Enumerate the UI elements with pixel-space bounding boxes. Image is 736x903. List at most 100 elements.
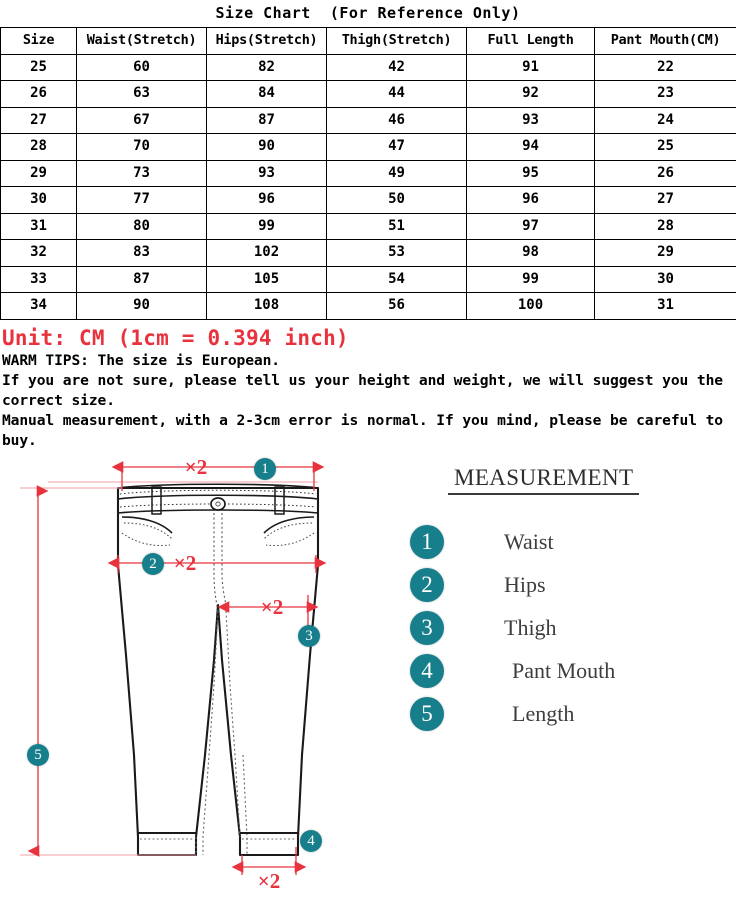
cell-value: 47 bbox=[327, 134, 467, 161]
unit-note: Unit: CM (1cm = 0.394 inch) bbox=[0, 320, 736, 351]
cell-value: 27 bbox=[595, 187, 736, 214]
cell-value: 77 bbox=[77, 187, 207, 214]
cell-value: 31 bbox=[595, 293, 736, 320]
legend-label: Length bbox=[512, 701, 574, 727]
cell-value: 87 bbox=[207, 107, 327, 134]
cell-size: 32 bbox=[1, 240, 77, 267]
legend-badge-thigh: 3 bbox=[410, 611, 444, 645]
page-title: Size Chart (For Reference Only) bbox=[0, 0, 736, 27]
legend-badge-length: 5 bbox=[410, 697, 444, 731]
diagram-badge-hips: 2 bbox=[142, 553, 164, 575]
legend-item: 1Waist bbox=[410, 521, 730, 564]
cell-value: 44 bbox=[327, 81, 467, 108]
cell-value: 49 bbox=[327, 160, 467, 187]
cell-value: 99 bbox=[207, 213, 327, 240]
legend-label: Thigh bbox=[504, 615, 557, 641]
pants-outline bbox=[118, 488, 318, 855]
cell-value: 56 bbox=[327, 293, 467, 320]
cell-value: 99 bbox=[467, 266, 595, 293]
table-row: 276787469324 bbox=[1, 107, 736, 134]
cell-value: 100 bbox=[467, 293, 595, 320]
tip-line-1: WARM TIPS: The size is European. bbox=[2, 351, 734, 371]
cell-size: 34 bbox=[1, 293, 77, 320]
cell-value: 26 bbox=[595, 160, 736, 187]
cell-value: 51 bbox=[327, 213, 467, 240]
cell-size: 28 bbox=[1, 134, 77, 161]
column-header-length: Full Length bbox=[467, 28, 595, 55]
measurement-legend: MEASUREMENT 1Waist 2 Hips 3 Thigh 4 Pant Mouth… bbox=[410, 465, 730, 736]
table-row: 3387105549930 bbox=[1, 266, 736, 293]
cell-value: 102 bbox=[207, 240, 327, 267]
legend-badge-pant-mouth: 4 bbox=[410, 654, 444, 688]
cell-size: 31 bbox=[1, 213, 77, 240]
cell-value: 30 bbox=[595, 266, 736, 293]
table-row: 307796509627 bbox=[1, 187, 736, 214]
table-row: 266384449223 bbox=[1, 81, 736, 108]
table-row: 287090479425 bbox=[1, 134, 736, 161]
legend-list: 1Waist 2 Hips 3 Thigh 4 Pant Mouth 5 Length bbox=[410, 521, 730, 736]
cell-value: 83 bbox=[77, 240, 207, 267]
cell-value: 94 bbox=[467, 134, 595, 161]
cell-value: 93 bbox=[467, 107, 595, 134]
cell-value: 93 bbox=[207, 160, 327, 187]
legend-item: 5 Length bbox=[410, 693, 730, 736]
cell-value: 96 bbox=[207, 187, 327, 214]
cell-value: 98 bbox=[467, 240, 595, 267]
legend-label: Hips bbox=[504, 572, 546, 598]
column-header-mouth: Pant Mouth(CM) bbox=[595, 28, 736, 55]
table-header-row: Size Waist(Stretch) Hips(Stretch) Thigh(… bbox=[1, 28, 736, 55]
cell-value: 73 bbox=[77, 160, 207, 187]
cell-value: 60 bbox=[77, 54, 207, 81]
legend-badge-hips: 2 bbox=[410, 568, 444, 602]
cell-size: 33 bbox=[1, 266, 77, 293]
tip-line-2: If you are not sure, please tell us your… bbox=[2, 371, 734, 411]
cell-value: 22 bbox=[595, 54, 736, 81]
cell-value: 53 bbox=[327, 240, 467, 267]
diagram-badge-waist: 1 bbox=[254, 458, 276, 480]
diagram-badge-mouth: 4 bbox=[300, 830, 322, 852]
cell-value: 90 bbox=[77, 293, 207, 320]
diagram-badge-thigh: 3 bbox=[298, 625, 320, 647]
multiplier-hips: ×2 bbox=[174, 551, 196, 575]
cell-value: 96 bbox=[467, 187, 595, 214]
pants-diagram: ×2 ×2 ×2 ×2 1 2 3 4 5 bbox=[0, 455, 400, 903]
cell-size: 29 bbox=[1, 160, 77, 187]
legend-label: Waist bbox=[504, 529, 554, 555]
cell-value: 87 bbox=[77, 266, 207, 293]
table-row: 256082429122 bbox=[1, 54, 736, 81]
legend-item: 4 Pant Mouth bbox=[410, 650, 730, 693]
cell-value: 95 bbox=[467, 160, 595, 187]
column-header-size: Size bbox=[1, 28, 77, 55]
legend-label: Pant Mouth bbox=[512, 658, 615, 684]
cell-value: 46 bbox=[327, 107, 467, 134]
cell-value: 54 bbox=[327, 266, 467, 293]
diagram-badge-length: 5 bbox=[27, 744, 49, 766]
cell-value: 67 bbox=[77, 107, 207, 134]
table-row: 34901085610031 bbox=[1, 293, 736, 320]
warm-tips: WARM TIPS: The size is European. If you … bbox=[0, 351, 736, 451]
cell-value: 28 bbox=[595, 213, 736, 240]
column-header-hips: Hips(Stretch) bbox=[207, 28, 327, 55]
cell-value: 91 bbox=[467, 54, 595, 81]
cell-size: 26 bbox=[1, 81, 77, 108]
legend-title: MEASUREMENT bbox=[448, 465, 639, 495]
cell-size: 25 bbox=[1, 54, 77, 81]
cell-value: 23 bbox=[595, 81, 736, 108]
table-row: 297393499526 bbox=[1, 160, 736, 187]
legend-item: 3 Thigh bbox=[410, 607, 730, 650]
cell-size: 30 bbox=[1, 187, 77, 214]
cell-value: 63 bbox=[77, 81, 207, 108]
cell-value: 90 bbox=[207, 134, 327, 161]
cell-value: 108 bbox=[207, 293, 327, 320]
multiplier-thigh: ×2 bbox=[261, 595, 283, 619]
table-row: 318099519728 bbox=[1, 213, 736, 240]
column-header-thigh: Thigh(Stretch) bbox=[327, 28, 467, 55]
measurement-figure: ×2 ×2 ×2 ×2 1 2 3 4 5 MEASUREMENT 1Waist… bbox=[0, 455, 736, 903]
column-header-waist: Waist(Stretch) bbox=[77, 28, 207, 55]
cell-value: 97 bbox=[467, 213, 595, 240]
cell-value: 25 bbox=[595, 134, 736, 161]
multiplier-waist: ×2 bbox=[185, 455, 207, 479]
cell-value: 82 bbox=[207, 54, 327, 81]
cell-value: 80 bbox=[77, 213, 207, 240]
cell-value: 50 bbox=[327, 187, 467, 214]
